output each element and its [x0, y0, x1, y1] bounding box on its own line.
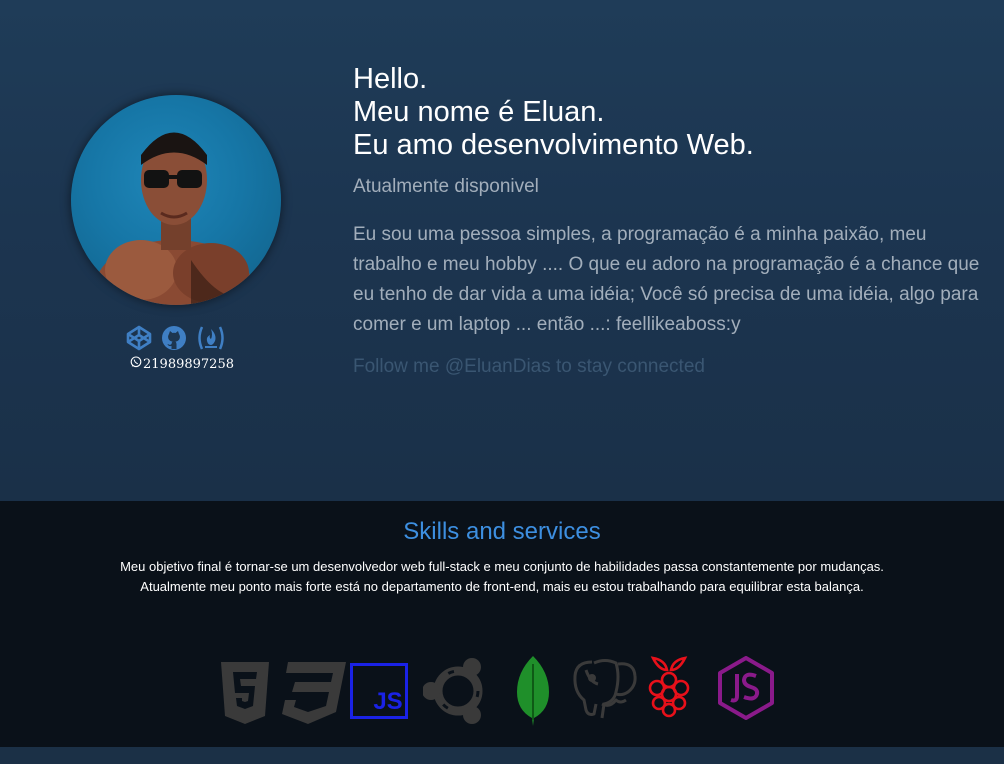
github-icon[interactable] [161, 325, 187, 351]
footer-strip [0, 747, 1004, 764]
avatar [71, 95, 281, 305]
mongodb-icon [515, 656, 551, 726]
postgresql-icon [572, 658, 638, 720]
hero-section: 21989897258 Hello. Meu nome é Eluan. Eu … [0, 0, 1004, 501]
phone-contact: 21989897258 [130, 356, 234, 372]
bio-paragraph: Eu sou uma pessoa simples, a programação… [353, 224, 980, 335]
headline-line-2: Meu nome é Eluan. [353, 96, 605, 128]
headline-line-3: Eu amo desenvolvimento Web. [353, 129, 754, 161]
availability-status: Atualmente disponivel [353, 176, 539, 197]
page-title: Hello. Meu nome é Eluan. Eu amo desenvol… [353, 63, 754, 162]
raspberry-pi-icon [645, 656, 693, 718]
javascript-icon: JS [350, 663, 408, 719]
whatsapp-icon [130, 356, 142, 372]
ubuntu-icon [423, 656, 493, 726]
headline-line-1: Hello. [353, 63, 428, 95]
skills-description: Meu objetivo final é tornar-se um desenv… [120, 559, 884, 594]
css3-icon [278, 662, 346, 724]
codepen-icon[interactable] [126, 325, 152, 351]
html5-icon [219, 662, 271, 724]
social-links [126, 325, 224, 351]
nodejs-icon [718, 656, 774, 720]
freecodecamp-icon[interactable] [196, 325, 224, 351]
skills-title: Skills and services [403, 518, 601, 545]
phone-number: 21989897258 [143, 356, 234, 372]
svg-text:JS: JS [373, 688, 402, 715]
follow-link[interactable]: Follow me @EluanDias to stay connected [353, 356, 705, 378]
skills-section: Skills and services Meu objetivo final é… [0, 501, 1004, 747]
